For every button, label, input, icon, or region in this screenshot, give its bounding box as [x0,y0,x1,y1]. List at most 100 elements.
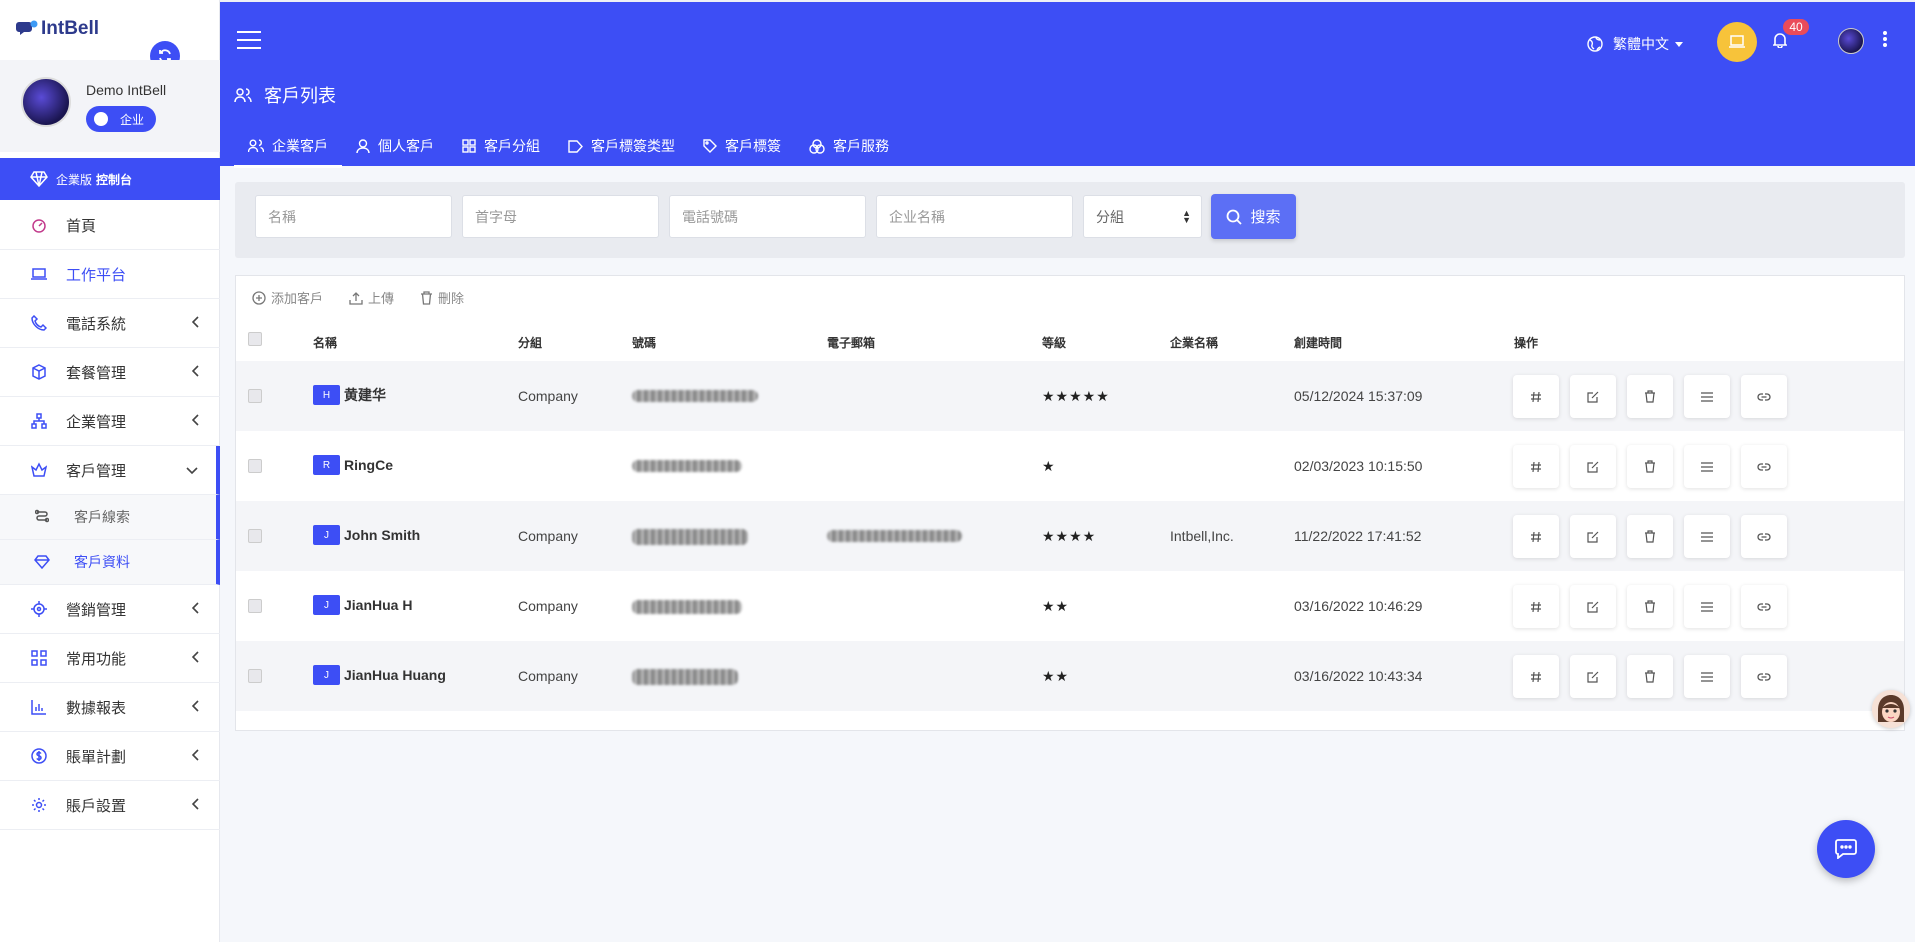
sidebar-item-marketing[interactable]: 營銷管理 [0,585,220,634]
enterprise-label: 控制台 [96,172,133,187]
link-button[interactable] [1741,445,1787,488]
customer-name-cell[interactable]: H 黄建华 [313,385,386,405]
sidebar-item-enterprise[interactable]: 企業管理 [0,397,220,446]
tab-customer-tags[interactable]: 客戶標簽 [689,124,795,168]
hash-button[interactable] [1513,585,1559,628]
row-checkbox[interactable] [248,599,262,613]
add-customer-label: 添加客戶 [271,291,324,306]
sidebar-item-customers[interactable]: 客戶管理 [0,446,220,495]
sidebar-subitem-customer-info[interactable]: 客戶資料 [0,540,220,585]
row-checkbox[interactable] [248,529,262,543]
delete-row-button[interactable] [1627,585,1673,628]
edit-button[interactable] [1570,585,1616,628]
redacted-phone [632,529,748,545]
dollar-icon [30,747,48,765]
sidebar-item-package[interactable]: 套餐管理 [0,348,220,397]
redacted-email [827,530,962,542]
customer-name-cell[interactable]: J John Smith [313,525,420,545]
search-button[interactable]: 搜索 [1211,194,1296,239]
details-button[interactable] [1684,655,1730,698]
customer-name-cell[interactable]: R RingCe [313,455,393,475]
menu-toggle-button[interactable] [236,30,262,54]
avatar[interactable] [21,77,71,127]
details-button[interactable] [1684,515,1730,558]
edit-button[interactable] [1570,515,1616,558]
sidebar-item-billing[interactable]: 賬單計劃 [0,732,220,781]
edit-button[interactable] [1570,375,1616,418]
assistant-avatar-button[interactable] [1872,690,1910,728]
group-select[interactable]: 分組 ▲ ▼ [1083,195,1202,238]
phone-search-input[interactable] [669,195,866,238]
trash-icon [1645,530,1655,543]
delete-row-button[interactable] [1627,655,1673,698]
link-button[interactable] [1741,515,1787,558]
user-avatar-button[interactable] [1838,28,1864,54]
link-icon [1757,462,1771,471]
column-header-company[interactable]: 企業名稱 [1170,334,1218,351]
company-search-input[interactable] [876,195,1073,238]
created-time-cell: 02/03/2023 10:15:50 [1294,458,1423,474]
tab-customer-tag-types[interactable]: 客戶標簽类型 [554,124,689,168]
enterprise-console-bar[interactable]: 企業版 控制台 [0,158,220,200]
sidebar-item-common[interactable]: 常用功能 [0,634,220,683]
tab-customer-groups[interactable]: 客戶分組 [448,124,554,168]
initial-badge: R [313,455,340,475]
sidebar-subitem-leads[interactable]: 客戶線索 [0,495,220,540]
edit-button[interactable] [1570,655,1616,698]
sidebar: IntBell Demo IntBell 企业 企業版 控制台 首頁 工作平台 … [0,0,220,942]
language-selector[interactable]: 繁體中文 [1587,34,1683,54]
users-icon [248,139,264,153]
edit-icon [1587,531,1599,543]
laptop-icon [1729,35,1745,48]
details-button[interactable] [1684,585,1730,628]
hash-button[interactable] [1513,655,1559,698]
column-header-created[interactable]: 創建時間 [1294,334,1342,351]
delete-button[interactable]: 刪除 [420,288,464,307]
name-search-input[interactable] [255,195,452,238]
delete-row-button[interactable] [1627,515,1673,558]
sidebar-item-workspace[interactable]: 工作平台 [0,250,220,299]
tab-customer-service[interactable]: 客戶服務 [795,124,903,168]
sidebar-item-reports[interactable]: 數據報表 [0,683,220,732]
link-button[interactable] [1741,655,1787,698]
sidebar-item-phone-system[interactable]: 電話系統 [0,299,220,348]
upload-button[interactable]: 上傳 [349,288,394,307]
workspace-shortcut-button[interactable] [1717,22,1757,62]
sidebar-item-home[interactable]: 首頁 [0,201,220,250]
customer-name-cell[interactable]: J JianHua Huang [313,665,446,685]
column-header-group[interactable]: 分組 [518,334,542,351]
chat-button[interactable] [1817,820,1875,878]
dashboard-icon [30,216,48,234]
column-header-number[interactable]: 號碼 [632,334,656,351]
row-checkbox[interactable] [248,389,262,403]
tab-personal-customers[interactable]: 個人客戶 [342,124,448,168]
row-actions [1513,445,1798,488]
hash-button[interactable] [1513,375,1559,418]
row-checkbox[interactable] [248,459,262,473]
add-customer-button[interactable]: 添加客戶 [252,288,323,307]
notifications-button[interactable] [1772,32,1788,52]
tab-enterprise-customers[interactable]: 企業客戶 [234,124,342,168]
delete-row-button[interactable] [1627,445,1673,488]
edit-button[interactable] [1570,445,1616,488]
row-checkbox[interactable] [248,669,262,683]
delete-row-button[interactable] [1627,375,1673,418]
trash-icon [1645,390,1655,403]
account-type-toggle[interactable]: 企业 [86,106,156,132]
customer-name-cell[interactable]: J JianHua H [313,595,412,615]
hash-button[interactable] [1513,445,1559,488]
column-header-level[interactable]: 等級 [1042,334,1066,351]
more-options-button[interactable] [1882,30,1888,52]
link-button[interactable] [1741,585,1787,628]
sidebar-item-account-settings[interactable]: 賬戶設置 [0,781,220,830]
hash-button[interactable] [1513,515,1559,558]
select-all-checkbox[interactable] [248,332,262,346]
details-button[interactable] [1684,375,1730,418]
logo[interactable]: IntBell [16,18,99,40]
link-button[interactable] [1741,375,1787,418]
details-button[interactable] [1684,445,1730,488]
column-header-name[interactable]: 名稱 [313,334,337,351]
initial-search-input[interactable] [462,195,659,238]
column-header-email[interactable]: 電子郵箱 [827,334,875,351]
upload-icon [349,291,363,305]
